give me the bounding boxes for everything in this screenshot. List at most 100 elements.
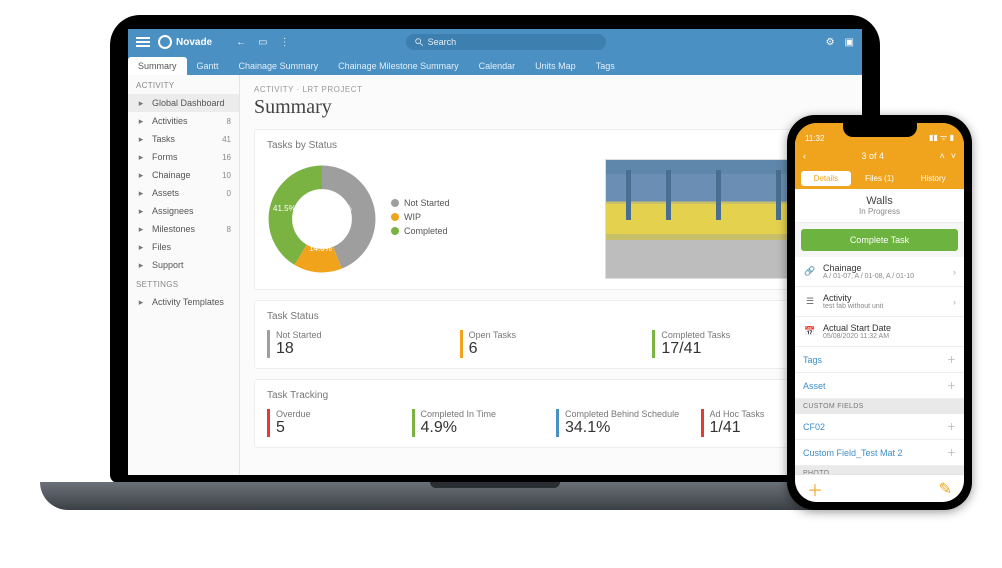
tab-gantt[interactable]: Gantt: [187, 57, 229, 75]
phone-body: Walls In Progress Complete Task 🔗Chainag…: [795, 189, 964, 474]
files-icon: ▸: [136, 242, 146, 252]
plus-icon: ＋: [947, 379, 956, 392]
app-bar: Novade ← ▭ ⋮ Search ⚙ ▣: [128, 29, 862, 55]
phone-nav-title: 3 of 4: [812, 151, 933, 161]
tasks-by-status-card: Tasks by Status 43.9% 14.6% 41.5% Not St…: [254, 129, 848, 290]
chevron-right-icon: ›: [953, 267, 956, 277]
page-title: Summary: [254, 96, 848, 119]
sidebar-item-activity-templates[interactable]: ▸Activity Templates: [128, 293, 239, 311]
photo-header: PHOTO: [795, 466, 964, 474]
stat-overdue: Overdue5: [267, 409, 402, 437]
phone-footer: ＋ ✎: [795, 474, 964, 502]
legend-item: Completed: [391, 226, 450, 236]
sidebar-item-assignees[interactable]: ▸Assignees: [128, 202, 239, 220]
back-icon[interactable]: ←: [236, 37, 246, 48]
back-icon[interactable]: ‹: [803, 151, 806, 161]
archive-icon[interactable]: ▭: [258, 37, 267, 48]
custom-field-row[interactable]: Custom Field_Test Mat 2＋: [795, 440, 964, 466]
laptop-device: Novade ← ▭ ⋮ Search ⚙ ▣ SummaryGanttChai…: [110, 15, 880, 510]
tab-calendar[interactable]: Calendar: [469, 57, 526, 75]
top-tabs: SummaryGanttChainage SummaryChainage Mil…: [128, 55, 862, 75]
phone-tab-history[interactable]: History: [908, 171, 958, 186]
sidebar-item-files[interactable]: ▸Files: [128, 238, 239, 256]
assignees-icon: ▸: [136, 206, 146, 216]
cal-icon: 📅: [803, 325, 817, 339]
phone-signal-icon: ▮▮ ᯤ ▮: [929, 132, 954, 143]
tab-chainage-summary[interactable]: Chainage Summary: [229, 57, 329, 75]
add-icon[interactable]: ＋: [807, 477, 823, 501]
chainage-icon: ▸: [136, 170, 146, 180]
edit-icon[interactable]: ✎: [939, 479, 952, 499]
donut-label-completed: 41.5%: [273, 204, 296, 213]
tab-units-map[interactable]: Units Map: [525, 57, 586, 75]
sidebar: ACTIVITY▸Global Dashboard▸Activities8▸Ta…: [128, 75, 240, 475]
sidebar-item-forms[interactable]: ▸Forms16: [128, 148, 239, 166]
sidebar-section-header: ACTIVITY: [128, 75, 239, 94]
laptop-trackpad-notch: [430, 482, 560, 488]
task-status-card: Task Status Not Started18Open Tasks6Comp…: [254, 300, 848, 369]
phone-notch: [843, 123, 917, 137]
forms-icon: ▸: [136, 152, 146, 162]
plus-icon: ＋: [947, 446, 956, 459]
search-placeholder: Search: [428, 37, 457, 47]
stat-completed-in-time: Completed In Time4.9%: [412, 409, 547, 437]
search-input[interactable]: Search: [406, 34, 606, 50]
donut-label-not-started: 43.9%: [329, 204, 352, 213]
tab-summary[interactable]: Summary: [128, 57, 187, 75]
stat-open-tasks: Open Tasks6: [460, 330, 643, 358]
task-status: In Progress: [801, 207, 958, 216]
sidebar-item-global-dashboard[interactable]: ▸Global Dashboard: [128, 94, 239, 112]
activity-templates-icon: ▸: [136, 297, 146, 307]
link-icon: 🔗: [803, 265, 817, 279]
sidebar-item-tasks[interactable]: ▸Tasks41: [128, 130, 239, 148]
activities-icon: ▸: [136, 116, 146, 126]
hamburger-icon[interactable]: [136, 37, 150, 47]
more-icon[interactable]: ⋮: [280, 37, 290, 48]
stat-completed-behind-schedule: Completed Behind Schedule34.1%: [556, 409, 691, 437]
donut-label-wip: 14.6%: [309, 244, 332, 253]
stat-not-started: Not Started18: [267, 330, 450, 358]
phone-header: Walls In Progress: [795, 189, 964, 223]
chart-title: Tasks by Status: [267, 140, 835, 151]
task-tracking-card: Task Tracking Overdue5 Completed In Time4…: [254, 379, 848, 448]
sidebar-item-chainage[interactable]: ▸Chainage10: [128, 166, 239, 184]
sidebar-item-assets[interactable]: ▸Assets0: [128, 184, 239, 202]
list-icon: ☰: [803, 295, 817, 309]
task-status-title: Task Status: [267, 311, 835, 322]
sidebar-item-support[interactable]: ▸Support: [128, 256, 239, 274]
task-tracking-title: Task Tracking: [267, 390, 835, 401]
laptop-bezel: Novade ← ▭ ⋮ Search ⚙ ▣ SummaryGanttChai…: [110, 15, 880, 483]
legend-item: Not Started: [391, 198, 450, 208]
support-icon: ▸: [136, 260, 146, 270]
phone-time: 11:32: [805, 134, 824, 143]
sidebar-item-milestones[interactable]: ▸Milestones8: [128, 220, 239, 238]
tab-chainage-milestone-summary[interactable]: Chainage Milestone Summary: [328, 57, 469, 75]
task-title: Walls: [801, 195, 958, 207]
chevron-down-icon[interactable]: ˅: [951, 151, 956, 161]
chevron-up-icon[interactable]: ˄: [939, 151, 944, 161]
sidebar-item-activities[interactable]: ▸Activities8: [128, 112, 239, 130]
detail-row-chainage[interactable]: 🔗ChainageA / 01-07, A / 01-08, A / 01-10…: [795, 257, 964, 287]
phone-nav-bar: ‹ 3 of 4 ˄ ˅: [795, 145, 964, 167]
phone-app: 11:32 ▮▮ ᯤ ▮ ‹ 3 of 4 ˄ ˅ Details Files (…: [795, 123, 964, 502]
complete-task-button[interactable]: Complete Task: [801, 229, 958, 251]
phone-tab-files[interactable]: Files (1): [855, 171, 905, 186]
plus-icon: ＋: [947, 353, 956, 366]
detail-row-tags[interactable]: Tags＋: [795, 347, 964, 373]
plus-icon: ＋: [947, 420, 956, 433]
donut-chart: 43.9% 14.6% 41.5%: [267, 164, 377, 274]
brand-name: Novade: [176, 37, 212, 48]
phone-tab-details[interactable]: Details: [801, 171, 851, 186]
custom-fields-header: CUSTOM FIELDS: [795, 399, 964, 414]
app-window: Novade ← ▭ ⋮ Search ⚙ ▣ SummaryGanttChai…: [128, 29, 862, 475]
detail-row-activity[interactable]: ☰Activitytest fab without unit›: [795, 287, 964, 317]
chevron-right-icon: ›: [953, 297, 956, 307]
tab-tags[interactable]: Tags: [586, 57, 625, 75]
global-dashboard-icon: ▸: [136, 98, 146, 108]
custom-field-row[interactable]: CF02＋: [795, 414, 964, 440]
account-icon[interactable]: ▣: [845, 37, 854, 48]
phone-device: 11:32 ▮▮ ᯤ ▮ ‹ 3 of 4 ˄ ˅ Details Files (…: [787, 115, 972, 510]
gear-icon[interactable]: ⚙: [826, 37, 835, 48]
detail-row-asset[interactable]: Asset＋: [795, 373, 964, 399]
detail-row-actual-start-date[interactable]: 📅Actual Start Date05/08/2020 11:32 AM: [795, 317, 964, 347]
